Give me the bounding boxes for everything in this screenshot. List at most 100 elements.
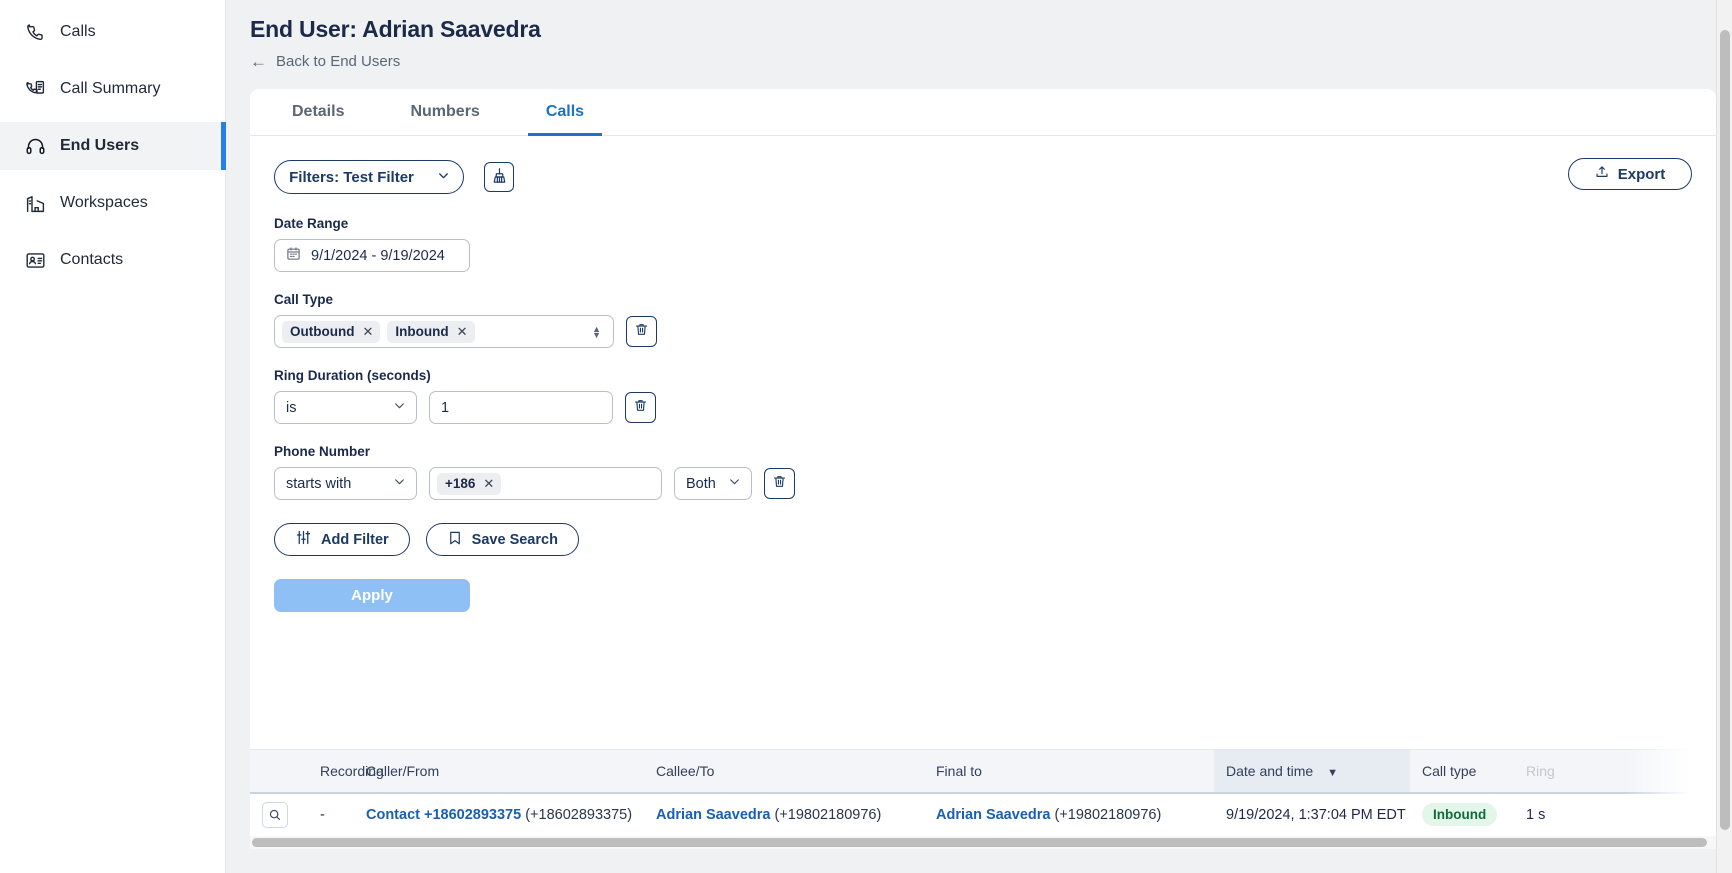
column-header-recording[interactable]: Recording [308, 749, 384, 794]
page-header: End User: Adrian Saavedra ← Back to End … [226, 0, 1732, 72]
date-range-row: 9/1/2024 - 9/19/2024 [274, 239, 1692, 272]
scrollbar-thumb[interactable] [252, 838, 1707, 847]
sidebar-item-calls[interactable]: Calls [0, 8, 225, 56]
tab-calls[interactable]: Calls [527, 89, 603, 136]
page-title: End User: Adrian Saavedra [250, 16, 541, 42]
remove-call-type-filter-button[interactable] [626, 316, 657, 347]
phone-number-row: starts with +186 ✕ Both [274, 467, 1692, 500]
chip-remove-icon[interactable]: ✕ [483, 476, 494, 492]
tab-numbers[interactable]: Numbers [392, 89, 497, 135]
column-header-caller[interactable]: Caller/From [354, 749, 644, 794]
ring-duration-operator-value: is [286, 399, 297, 416]
phone-number-direction-select[interactable]: Both [674, 467, 752, 500]
caller-link[interactable]: Contact +18602893375 [366, 807, 521, 823]
saved-filters-label: Filters: Test Filter [289, 168, 414, 186]
page-vertical-scrollbar[interactable] [1716, 0, 1732, 873]
remove-phone-number-filter-button[interactable] [764, 468, 795, 499]
clear-filters-button[interactable] [484, 162, 514, 192]
ring-duration-operator-select[interactable]: is [274, 391, 417, 424]
final-to-link[interactable]: Adrian Saavedra [936, 807, 1050, 823]
column-header-magnify [250, 749, 308, 794]
column-header-final-to[interactable]: Final to [924, 749, 1214, 794]
sidebar-item-label: End Users [60, 137, 140, 154]
chip-remove-icon[interactable]: ✕ [457, 324, 468, 340]
table-row[interactable]: - Contact +18602893375 (+18602893375) Ad… [250, 792, 1716, 837]
add-filter-button[interactable]: Add Filter [274, 523, 410, 556]
sidebar-item-contacts[interactable]: Contacts [0, 236, 225, 284]
export-button[interactable]: Export [1568, 158, 1692, 190]
sidebar: Calls Call Summary End Users Workspaces [0, 0, 226, 873]
call-type-row: Outbound ✕ Inbound ✕ ▲ ▼ [274, 315, 1692, 348]
back-to-end-users-link[interactable]: ← Back to End Users [250, 53, 400, 70]
chip-remove-icon[interactable]: ✕ [362, 324, 373, 340]
tab-label: Numbers [410, 102, 480, 120]
ring-duration-value-input[interactable]: 1 [429, 391, 613, 424]
caller-number: (+18602893375) [525, 806, 633, 823]
column-header-ring[interactable]: Ring [1514, 749, 1584, 794]
chevron-down-icon [393, 475, 406, 492]
ring-duration-row: is 1 [274, 391, 1692, 424]
row-datetime: 9/19/2024, 1:37:04 PM EDT [1214, 792, 1410, 837]
row-final-to: Adrian Saavedra (+19802180976) [924, 792, 1214, 837]
call-type-label: Call Type [274, 292, 334, 307]
saved-filters-dropdown[interactable]: Filters: Test Filter [274, 160, 464, 194]
tab-label: Details [292, 102, 345, 120]
remove-ring-duration-filter-button[interactable] [625, 392, 656, 423]
callee-link[interactable]: Adrian Saavedra [656, 807, 770, 823]
search-icon[interactable] [262, 801, 288, 828]
call-type-multiselect[interactable]: Outbound ✕ Inbound ✕ ▲ ▼ [274, 315, 614, 348]
headset-icon [24, 135, 46, 157]
table-header-row: Recording Caller/From Callee/To Final to… [250, 749, 1716, 794]
tab-bar: Details Numbers Calls [250, 89, 1716, 136]
trash-icon [634, 322, 649, 342]
sliders-icon [295, 529, 312, 550]
stepper-icon[interactable]: ▲ ▼ [592, 324, 601, 339]
sidebar-item-call-summary[interactable]: Call Summary [0, 65, 225, 113]
bookmark-icon [447, 530, 463, 550]
chip-label: Outbound [290, 324, 355, 339]
column-header-date-and-time[interactable]: Date and time ▼ [1214, 749, 1410, 794]
scrollbar-thumb[interactable] [1720, 30, 1730, 830]
filter-actions: Add Filter Save Search [274, 523, 1692, 556]
sidebar-item-workspaces[interactable]: Workspaces [0, 179, 225, 227]
main-content: End User: Adrian Saavedra ← Back to End … [226, 0, 1732, 873]
building-chart-icon [24, 192, 46, 214]
column-header-spacer [1584, 749, 1716, 794]
chevron-down-icon [437, 169, 450, 186]
tab-label: Calls [545, 102, 585, 120]
column-header-call-type[interactable]: Call type [1410, 749, 1514, 794]
sidebar-item-label: Contacts [60, 251, 124, 268]
date-range-value: 9/1/2024 - 9/19/2024 [311, 247, 445, 264]
calls-card: Details Numbers Calls Filters: Test Filt… [250, 89, 1716, 849]
calendar-icon [286, 246, 301, 265]
calls-table: Recording Caller/From Callee/To Final to… [250, 749, 1716, 849]
save-search-button[interactable]: Save Search [425, 523, 579, 556]
tab-details[interactable]: Details [274, 89, 362, 135]
table-horizontal-scrollbar[interactable] [250, 836, 1716, 849]
phone-number-operator-value: starts with [286, 475, 352, 492]
ring-duration-value: 1 [441, 399, 450, 416]
chip-inbound[interactable]: Inbound ✕ [387, 320, 475, 343]
broom-icon [491, 167, 508, 188]
calls-table-container: Recording Caller/From Callee/To Final to… [250, 749, 1716, 849]
back-link-label: Back to End Users [276, 53, 401, 70]
row-spacer [1584, 792, 1716, 837]
export-label: Export [1617, 165, 1666, 183]
row-caller: Contact +18602893375 (+18602893375) [354, 792, 644, 837]
date-range-input[interactable]: 9/1/2024 - 9/19/2024 [274, 239, 470, 272]
apply-button[interactable]: Apply [274, 579, 470, 612]
phone-number-chips-input[interactable]: +186 ✕ [429, 467, 662, 500]
sort-desc-icon: ▼ [1327, 766, 1338, 779]
trash-icon [633, 398, 648, 418]
chip-outbound[interactable]: Outbound ✕ [282, 320, 381, 343]
phone-number-operator-select[interactable]: starts with [274, 467, 417, 500]
chip-phone-prefix[interactable]: +186 ✕ [437, 472, 502, 495]
row-ring: 1 s [1514, 792, 1584, 837]
add-filter-label: Add Filter [321, 531, 389, 548]
column-header-callee[interactable]: Callee/To [644, 749, 924, 794]
chip-label: +186 [445, 476, 476, 491]
status-badge: Inbound [1422, 803, 1498, 827]
sidebar-item-end-users[interactable]: End Users [0, 122, 226, 170]
ring-duration-label: Ring Duration (seconds) [274, 368, 431, 383]
filters-panel: Filters: Test Filter Export Date Range 9… [250, 136, 1716, 612]
